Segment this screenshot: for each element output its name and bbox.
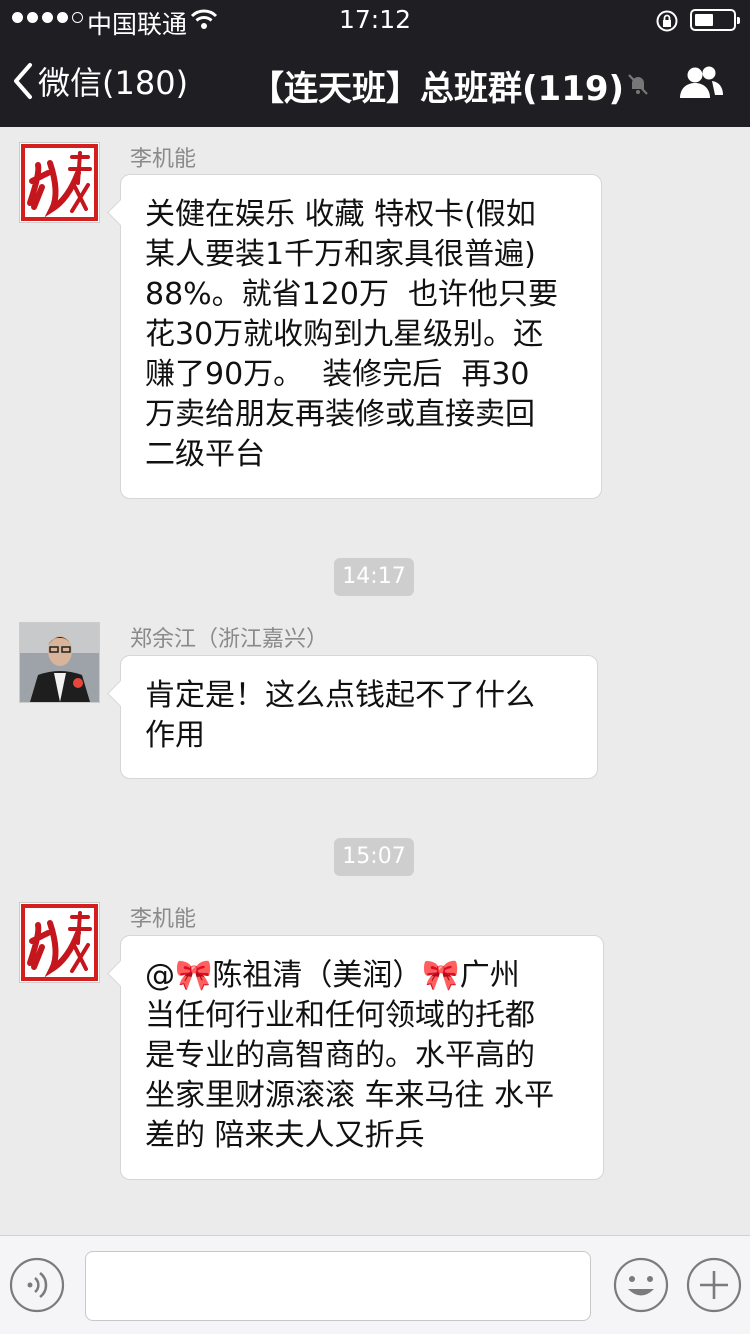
- avatar[interactable]: [19, 142, 100, 223]
- back-button[interactable]: 微信(180): [12, 58, 188, 104]
- message-bubble[interactable]: 关健在娱乐 收藏 特权卡(假如 某人要装1千万和家具很普遍) 88%。就省120…: [120, 174, 602, 499]
- mute-bell-icon: [626, 72, 650, 100]
- message-input[interactable]: [85, 1251, 591, 1321]
- status-bar: 中国联通 17:12: [0, 0, 750, 40]
- chevron-left-icon: [14, 63, 32, 99]
- chat-title: 【连天班】总班群(119): [250, 69, 625, 109]
- status-time: 17:12: [338, 5, 412, 34]
- sender-name: 李机能: [130, 907, 197, 932]
- emoji-button[interactable]: [612, 1256, 670, 1318]
- chat-area[interactable]: 李机能 关健在娱乐 收藏 特权卡(假如 某人要装1千万和家具很普遍) 88%。就…: [0, 127, 750, 1235]
- message-bubble[interactable]: 肯定是！这么点钱起不了什么 作用: [120, 655, 598, 779]
- top-bar: 中国联通 17:12 微信(180) 【连天班】总班群(119): [0, 0, 750, 127]
- navigation-bar: 微信(180) 【连天班】总班群(119): [0, 40, 750, 127]
- voice-input-button[interactable]: [8, 1256, 66, 1318]
- rotation-lock-icon: [655, 9, 679, 37]
- avatar[interactable]: [19, 622, 100, 703]
- more-actions-button[interactable]: [685, 1256, 743, 1318]
- group-members-icon[interactable]: [676, 64, 726, 106]
- message-timestamp: 15:07: [334, 838, 414, 876]
- back-label: 微信(180): [38, 64, 189, 102]
- avatar[interactable]: [19, 902, 100, 983]
- message-bubble[interactable]: @🎀陈祖清（美润）🎀广州 当任何行业和任何领域的托都 是专业的高智商的。水平高的…: [120, 935, 604, 1180]
- battery-icon: [690, 9, 740, 31]
- input-bar: [0, 1235, 750, 1334]
- sender-name: 李机能: [130, 147, 197, 172]
- message-timestamp: 14:17: [334, 558, 414, 596]
- sender-name: 郑余江（浙江嘉兴）: [130, 627, 329, 652]
